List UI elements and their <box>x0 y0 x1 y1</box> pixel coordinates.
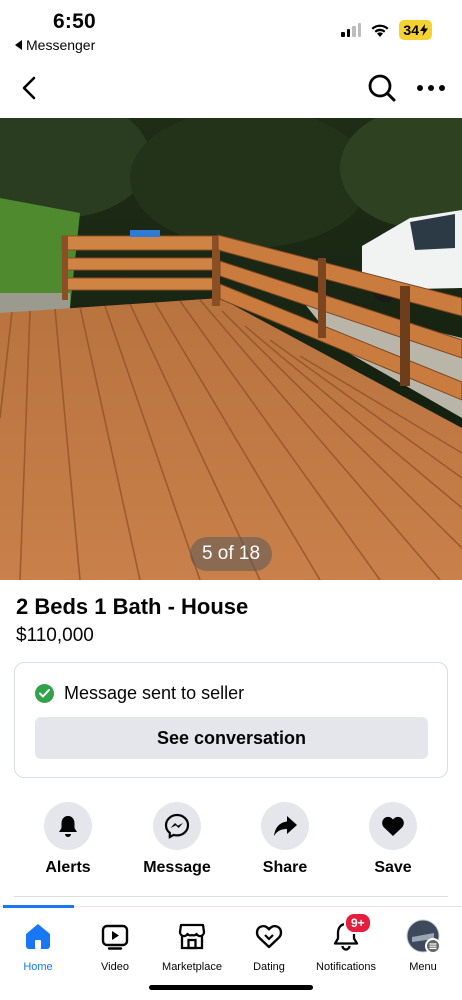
nav-bar <box>0 60 462 118</box>
status-icons: 34 <box>341 20 432 40</box>
battery-level: 34 <box>403 22 419 38</box>
share-circle <box>261 802 309 850</box>
signal-icon <box>341 23 362 37</box>
avatar <box>406 919 440 953</box>
back-app-label: Messenger <box>26 37 96 53</box>
message-circle <box>153 802 201 850</box>
share-button[interactable]: Share <box>240 802 330 877</box>
check-circle-icon <box>35 684 54 703</box>
tab-menu-label: Menu <box>409 961 437 973</box>
bell-icon <box>59 816 77 837</box>
charging-bolt-icon <box>420 24 428 36</box>
photo-counter: 5 of 18 <box>190 537 272 571</box>
tab-home-label: Home <box>23 961 53 973</box>
status-bar: 6:50 Messenger 34 <box>0 0 462 60</box>
share-label: Share <box>262 859 308 876</box>
more-dots-icon <box>417 85 445 91</box>
back-triangle-icon <box>15 40 22 50</box>
heart-icon <box>382 816 404 836</box>
alerts-button[interactable]: Alerts <box>23 802 113 877</box>
listing-price: $110,000 <box>16 625 94 646</box>
notifications-badge: 9+ <box>344 912 372 934</box>
alerts-label: Alerts <box>45 859 91 876</box>
more-options-button[interactable] <box>414 72 448 104</box>
save-circle <box>369 802 417 850</box>
back-button[interactable] <box>16 72 44 104</box>
home-icon <box>26 924 50 949</box>
message-status: Message sent to seller <box>35 683 244 704</box>
see-conversation-button[interactable]: See conversation <box>35 717 428 759</box>
deck-photo-image <box>0 118 462 580</box>
status-time: 6:50 <box>53 10 96 33</box>
section-divider <box>14 896 448 897</box>
message-sent-card: Message sent to seller See conversation <box>14 662 448 778</box>
save-label: Save <box>374 859 412 876</box>
message-status-text: Message sent to seller <box>64 683 245 703</box>
dating-icon <box>255 924 283 949</box>
alerts-circle <box>44 802 92 850</box>
save-button[interactable]: Save <box>348 802 438 877</box>
tab-dating-label: Dating <box>253 961 285 973</box>
tab-video-label: Video <box>101 961 129 973</box>
back-to-app-link[interactable]: Messenger <box>15 37 95 53</box>
listing-photo[interactable]: 5 of 18 <box>0 118 462 580</box>
video-icon <box>101 924 129 950</box>
message-label: Message <box>143 859 211 876</box>
wifi-icon <box>371 24 389 37</box>
search-button[interactable] <box>366 72 398 104</box>
chevron-left-icon <box>22 76 36 100</box>
active-tab-indicator <box>3 905 74 908</box>
marketplace-icon <box>178 923 206 950</box>
search-icon <box>368 74 396 102</box>
tab-notifications-label: Notifications <box>316 961 376 973</box>
share-icon <box>274 816 297 836</box>
bottom-tab-bar: Home Video Marketplace Dating 9+ Notific… <box>0 905 462 1000</box>
listing-title: 2 Beds 1 Bath - House <box>16 594 249 619</box>
tab-marketplace-label: Marketplace <box>162 961 222 973</box>
action-row: Alerts Message Share Save <box>0 802 462 882</box>
message-button[interactable]: Message <box>132 802 222 877</box>
battery-indicator: 34 <box>399 20 432 40</box>
home-indicator <box>149 985 313 990</box>
tab-menu[interactable]: Menu <box>378 919 462 973</box>
messenger-icon <box>164 813 190 839</box>
